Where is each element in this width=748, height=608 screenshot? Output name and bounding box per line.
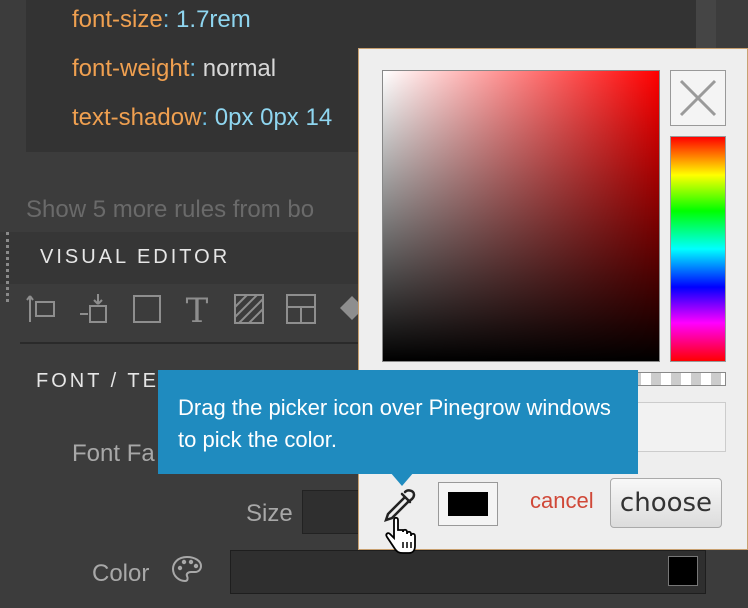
choose-button[interactable]: choose (610, 478, 722, 528)
palette-icon[interactable] (170, 554, 204, 584)
current-color-swatch (448, 492, 488, 516)
close-icon (679, 79, 717, 117)
box-icon[interactable] (130, 292, 164, 326)
hue-slider[interactable] (670, 136, 726, 362)
font-section-title[interactable]: FONT / TE (36, 370, 159, 393)
tooltip: Drag the picker icon over Pinegrow windo… (158, 370, 638, 474)
resize-icon[interactable] (24, 292, 58, 326)
font-family-label: Font Fa (72, 440, 155, 467)
size-label: Size (246, 500, 293, 527)
rule-value: 0px 0px 14 (214, 104, 333, 131)
visual-editor-toolbar: T (24, 292, 364, 332)
pattern-icon[interactable] (232, 292, 266, 326)
hand-cursor-icon (385, 516, 416, 554)
drag-handle[interactable] (6, 232, 13, 302)
tooltip-arrow (390, 472, 414, 486)
color-label: Color (92, 560, 150, 587)
cancel-button[interactable]: cancel (530, 488, 594, 514)
align-icon[interactable] (78, 292, 112, 326)
css-rule-2[interactable]: text-shadow: 0px 0px 14 (72, 104, 332, 132)
rule-property: font-size (72, 6, 163, 33)
rule-value: 1.7rem (176, 6, 251, 33)
color-input[interactable] (230, 550, 706, 594)
show-more-rules-link[interactable]: Show 5 more rules from bo (26, 196, 314, 224)
rule-property: font-weight (72, 55, 190, 82)
text-icon[interactable]: T (180, 292, 214, 326)
css-rule-1[interactable]: font-weight: normal (72, 55, 276, 83)
css-rule-0[interactable]: font-size: 1.7rem (72, 6, 251, 34)
svg-text:T: T (186, 292, 209, 326)
rule-value: normal (202, 55, 277, 82)
visual-editor-title: VISUAL EDITOR (40, 246, 231, 268)
saturation-value-area[interactable] (382, 70, 660, 362)
color-swatch[interactable] (668, 556, 698, 586)
rule-property: text-shadow (72, 104, 202, 131)
close-button[interactable] (670, 70, 726, 126)
layout-icon[interactable] (284, 292, 318, 326)
